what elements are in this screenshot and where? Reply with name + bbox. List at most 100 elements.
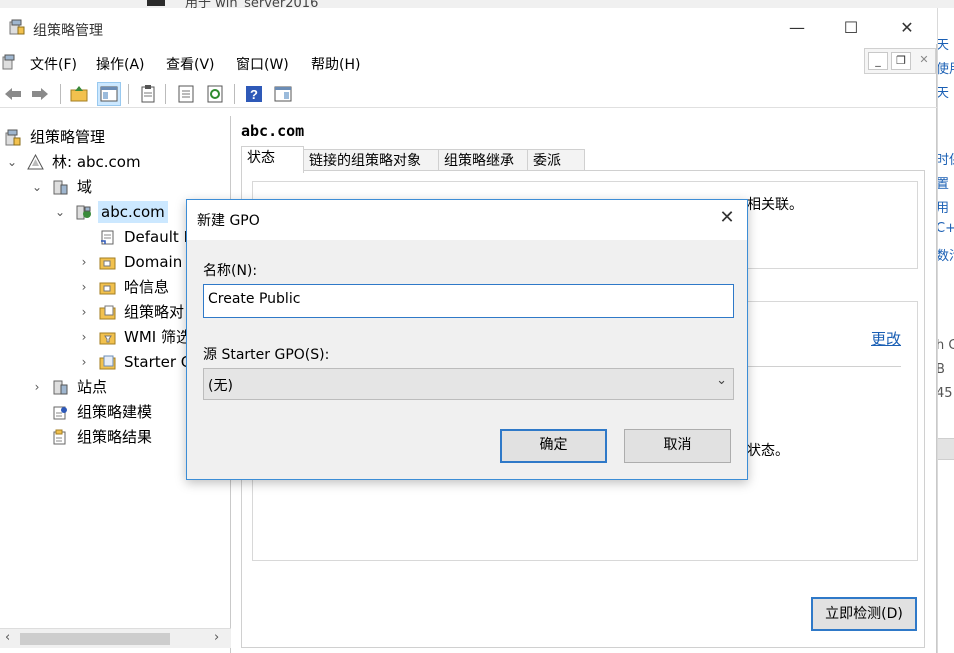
forward-icon[interactable] (29, 83, 51, 105)
source-starter-gpo-select[interactable]: (无) ⌄ (203, 368, 734, 400)
child-close-icon[interactable]: ✕ (914, 52, 934, 70)
menu-action[interactable]: 操作(A) (96, 54, 145, 74)
svg-text:?: ? (250, 87, 258, 102)
window-title: 组策略管理 (33, 23, 103, 39)
ou-folder-icon (99, 257, 116, 270)
chevron-down-icon[interactable]: ⌄ (30, 176, 44, 198)
gpmc-app-icon (9, 19, 25, 35)
tree-child-label: WMI 筛选 (124, 328, 191, 346)
details-heading: abc.com (241, 122, 305, 140)
bg-line: 数活 (937, 249, 954, 264)
bg-line: h G (938, 338, 954, 353)
dialog-close-icon[interactable]: ✕ (715, 206, 739, 230)
ok-button[interactable]: 确定 (500, 429, 607, 463)
new-gpo-dialog: 新建 GPO ✕ 名称(N): Create Public 源 Starter … (186, 199, 748, 480)
tab-inheritance[interactable]: 组策略继承 (438, 149, 528, 172)
chevron-right-icon[interactable]: › (77, 276, 91, 298)
help-icon[interactable]: ? (243, 83, 265, 105)
chevron-right-icon[interactable]: › (30, 376, 44, 398)
toolbar-separator (60, 84, 61, 104)
modeling-icon (53, 406, 67, 420)
divider (743, 366, 901, 367)
gpo-link-icon (101, 230, 114, 245)
starter-gpo-folder-icon (99, 355, 116, 370)
show-action-pane-icon[interactable] (272, 83, 294, 105)
toolbar-separator (165, 84, 166, 104)
bg-line: 置 (937, 177, 950, 192)
tree-child-label: Default D (124, 228, 196, 246)
tree-domains-label: 域 (77, 178, 93, 196)
toolbar-separator (128, 84, 129, 104)
chevron-down-icon[interactable]: ⌄ (53, 201, 67, 223)
up-folder-icon[interactable] (68, 83, 90, 105)
dialog-body: 名称(N): Create Public 源 Starter GPO(S): (… (187, 240, 747, 479)
chevron-right-icon[interactable]: › (77, 251, 91, 273)
status-info-text: 相关联。 (747, 197, 803, 213)
tab-delegation[interactable]: 委派 (527, 149, 585, 172)
toolbar: ? (0, 80, 937, 108)
domain-icon (76, 205, 91, 220)
replication-status-text: 状态。 (747, 443, 789, 459)
menu-window[interactable]: 窗口(W) (236, 54, 289, 74)
scrollbar-thumb[interactable] (20, 633, 170, 645)
bg-scrollbar (938, 438, 954, 460)
tree-horizontal-scrollbar[interactable]: ‹ › (0, 628, 231, 648)
tree-child-label: Domain (124, 253, 183, 271)
menu-file[interactable]: 文件(F) (30, 54, 77, 74)
scroll-right-icon[interactable]: › (214, 630, 219, 645)
chevron-down-icon[interactable]: ⌄ (716, 373, 727, 388)
show-tree-icon[interactable] (97, 82, 121, 106)
properties-icon[interactable] (175, 83, 197, 105)
refresh-icon[interactable] (204, 83, 226, 105)
close-button[interactable]: ✕ (887, 16, 927, 40)
bg-line: C+ (938, 221, 954, 236)
bg-line: 45 (937, 386, 953, 401)
tree-results-label: 组策略结果 (77, 428, 153, 446)
back-icon[interactable] (2, 83, 24, 105)
tab-status[interactable]: 状态 (241, 146, 304, 173)
domains-icon (53, 180, 68, 195)
chevron-right-icon[interactable]: › (77, 326, 91, 348)
chevron-right-icon[interactable]: › (77, 301, 91, 323)
bg-line: 用 (937, 201, 950, 216)
menu-view[interactable]: 查看(V) (166, 54, 215, 74)
background-icon (147, 0, 165, 6)
bg-line: 天 1 (937, 38, 954, 53)
bg-line: B (938, 362, 945, 377)
bg-line: 使用 (937, 62, 954, 77)
chevron-right-icon[interactable]: › (77, 351, 91, 373)
tree-modeling-label: 组策略建模 (77, 403, 153, 421)
chevron-down-icon[interactable]: ⌄ (5, 151, 19, 173)
title-bar: 组策略管理 — ☐ ✕ (0, 8, 937, 44)
tree-child-label: 组策略对 (124, 303, 185, 321)
source-starter-gpo-label: 源 Starter GPO(S): (203, 347, 330, 363)
tree-root-label: 组策略管理 (30, 128, 106, 146)
bg-line: 天 1 (937, 86, 954, 101)
bg-line: 时保 (937, 153, 954, 168)
wmi-filter-folder-icon (99, 332, 116, 345)
clipboard-icon[interactable] (137, 83, 159, 105)
gpo-name-input[interactable]: Create Public (203, 284, 734, 318)
scroll-left-icon[interactable]: ‹ (5, 630, 10, 645)
results-icon (53, 429, 66, 445)
menu-bar: 文件(F) 操作(A) 查看(V) 窗口(W) 帮助(H) (0, 48, 937, 76)
tree-sites-label: 站点 (77, 378, 108, 396)
gpmc-icon (5, 129, 21, 146)
gpo-folder-icon (99, 305, 116, 320)
source-starter-gpo-value: (无) (208, 378, 233, 394)
ou-folder-icon (99, 282, 116, 295)
detect-now-button[interactable]: 立即检测(D) (811, 597, 917, 631)
menu-help[interactable]: 帮助(H) (311, 54, 360, 74)
cancel-button[interactable]: 取消 (624, 429, 731, 463)
tree-child-label: Starter G (124, 353, 193, 371)
sites-icon (53, 380, 68, 395)
name-label: 名称(N): (203, 263, 258, 279)
minimize-button[interactable]: — (777, 16, 817, 40)
console-icon[interactable] (2, 54, 18, 70)
forest-icon (27, 154, 44, 170)
change-link[interactable]: 更改 (871, 328, 901, 349)
tab-linked-gpos[interactable]: 链接的组策略对象 (303, 149, 439, 172)
child-minimize-icon[interactable]: _ (868, 52, 888, 70)
maximize-button[interactable]: ☐ (831, 16, 871, 40)
child-restore-icon[interactable]: ❐ (891, 52, 911, 70)
